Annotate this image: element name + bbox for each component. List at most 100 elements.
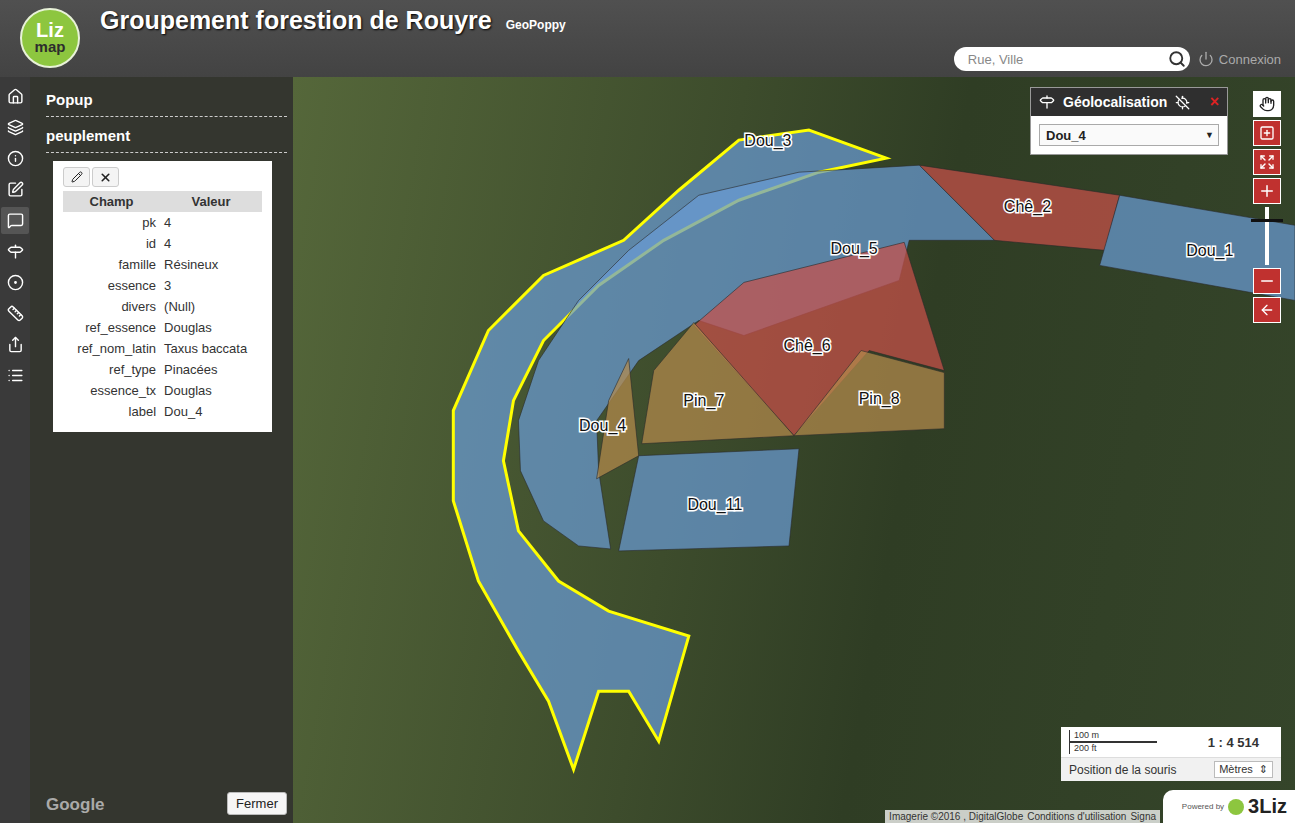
parcel-label: Chê_2 — [1004, 197, 1051, 216]
table-row: id4 — [63, 233, 262, 254]
layers-icon — [7, 119, 24, 136]
value-cell: Taxus baccata — [160, 338, 262, 359]
table-row: essence3 — [63, 275, 262, 296]
edit-icon — [7, 181, 24, 198]
parcel-label: Dou_11 — [687, 495, 742, 514]
table-row: divers(Null) — [63, 296, 262, 317]
google-watermark: Google — [46, 795, 105, 815]
title: Groupement forestion de Rouyre — [100, 6, 492, 35]
icon-bar — [0, 77, 30, 823]
attribution: Imagerie ©2016 , DigitalGlobe Conditions … — [885, 810, 1160, 823]
field-cell: ref_nom_latin — [63, 338, 160, 359]
attribute-table: ChampValeurpk4id4familleRésineuxessence3… — [63, 191, 262, 422]
sidebar-item[interactable] — [1, 362, 29, 389]
geolocation-select[interactable]: Dou_4▼ — [1039, 124, 1219, 146]
parcel-label: Pin_8 — [859, 389, 900, 408]
table-row: ref_essenceDouglas — [63, 317, 262, 338]
zoom-extent-button[interactable] — [1253, 149, 1281, 175]
sidebar-item[interactable] — [1, 207, 29, 234]
parcel[interactable] — [794, 351, 944, 436]
value-cell: Pinacées — [160, 359, 262, 380]
sidebar-item[interactable] — [1, 114, 29, 141]
search-icon[interactable] — [1168, 50, 1186, 68]
ruler-icon — [7, 305, 24, 322]
panel-title: Popup — [46, 89, 287, 117]
power-icon — [1198, 51, 1214, 67]
delete-button[interactable] — [92, 167, 119, 187]
edit-button[interactable] — [63, 167, 90, 187]
parcel-label: Dou_3 — [744, 131, 791, 150]
zoom-box-icon — [1259, 125, 1275, 141]
powered-by[interactable]: Powered by3Liz — [1163, 790, 1295, 823]
search-input[interactable] — [966, 51, 1168, 68]
popup-icon — [7, 212, 24, 229]
parcel-label: Chê_6 — [783, 336, 830, 355]
minus-icon — [1258, 272, 1276, 290]
feature-card: ChampValeurpk4id4familleRésineuxessence3… — [53, 161, 272, 432]
sidebar-item[interactable] — [1, 269, 29, 296]
sidebar-item[interactable] — [1, 83, 29, 110]
hand-icon — [1259, 96, 1275, 112]
unit-select[interactable]: Mètres⇕ — [1214, 761, 1273, 778]
value-cell: (Null) — [160, 296, 262, 317]
locate-off-icon[interactable] — [1175, 95, 1190, 110]
field-cell: id — [63, 233, 160, 254]
sidebar-item[interactable] — [1, 331, 29, 358]
previous-view-button[interactable] — [1253, 297, 1281, 323]
zoom-slider[interactable] — [1265, 207, 1269, 265]
plus-icon — [1258, 182, 1276, 200]
sidebar-item[interactable] — [1, 300, 29, 327]
logo[interactable]: Lizmap — [20, 8, 80, 68]
target-icon — [7, 274, 24, 291]
field-cell: essence_tx — [63, 380, 160, 401]
signpost-icon — [1039, 94, 1055, 110]
attribution-item[interactable]: Imagerie ©2016 , DigitalGlobe — [889, 811, 1023, 822]
field-cell: pk — [63, 212, 160, 233]
map[interactable]: Dou_3Chê_2Dou_1Dou_5Chê_6Pin_7Pin_8Dou_4… — [293, 77, 1295, 823]
geolocation-panel: Géolocalisation × Dou_4▼ — [1030, 87, 1228, 155]
geolocation-title: Géolocalisation — [1063, 94, 1167, 110]
zoom-box-button[interactable] — [1253, 120, 1281, 146]
value-cell: Résineux — [160, 254, 262, 275]
popup-panel: PopuppeuplementChampValeurpk4id4familleR… — [30, 77, 293, 823]
scale-ratio: 1 : 4 514 — [1208, 735, 1273, 750]
parcel[interactable] — [642, 322, 794, 443]
table-row: ref_nom_latinTaxus baccata — [63, 338, 262, 359]
field-cell: famille — [63, 254, 160, 275]
sidebar-item[interactable] — [1, 176, 29, 203]
sidebar-item[interactable] — [1, 238, 29, 265]
zoom-handle[interactable] — [1251, 219, 1283, 222]
zoom-out-button[interactable] — [1253, 268, 1281, 294]
list-icon — [7, 367, 24, 384]
parcel[interactable] — [1100, 195, 1295, 300]
geolocation-close[interactable]: × — [1210, 93, 1219, 111]
arrow-left-icon — [1259, 302, 1275, 318]
close-button[interactable]: Fermer — [227, 792, 287, 815]
value-cell: 3 — [160, 275, 262, 296]
value-cell: Dou_4 — [160, 401, 262, 422]
parcel-layer[interactable]: Dou_3Chê_2Dou_1Dou_5Chê_6Pin_7Pin_8Dou_4… — [293, 77, 1295, 823]
scale-box: 100 m200 ft 1 : 4 514 Position de la souri… — [1061, 727, 1281, 781]
attribution-item[interactable]: Conditions d'utilisation — [1027, 811, 1126, 822]
scale-bar: 100 m200 ft — [1069, 730, 1157, 754]
value-cell: Douglas — [160, 380, 262, 401]
parcel[interactable] — [619, 449, 799, 551]
home-icon — [7, 88, 24, 105]
table-row: essence_txDouglas — [63, 380, 262, 401]
header: LizmapGroupement forestion de RouyreGeoP… — [0, 0, 1295, 77]
search-box — [954, 47, 1190, 71]
info-icon — [7, 150, 24, 167]
mouse-position-label: Position de la souris — [1069, 763, 1176, 777]
value-cell: 4 — [160, 233, 262, 254]
table-row: familleRésineux — [63, 254, 262, 275]
pencil-icon — [71, 171, 83, 183]
zoom-in-button[interactable] — [1253, 178, 1281, 204]
caret-icon: ▼ — [1205, 130, 1214, 140]
sidebar-item[interactable] — [1, 145, 29, 172]
login-link[interactable]: Connexion — [1198, 51, 1281, 67]
pan-button[interactable] — [1253, 91, 1281, 117]
locate-icon — [7, 243, 24, 260]
value-cell: Douglas — [160, 317, 262, 338]
attribution-item[interactable]: Signa — [1130, 811, 1156, 822]
field-cell: divers — [63, 296, 160, 317]
